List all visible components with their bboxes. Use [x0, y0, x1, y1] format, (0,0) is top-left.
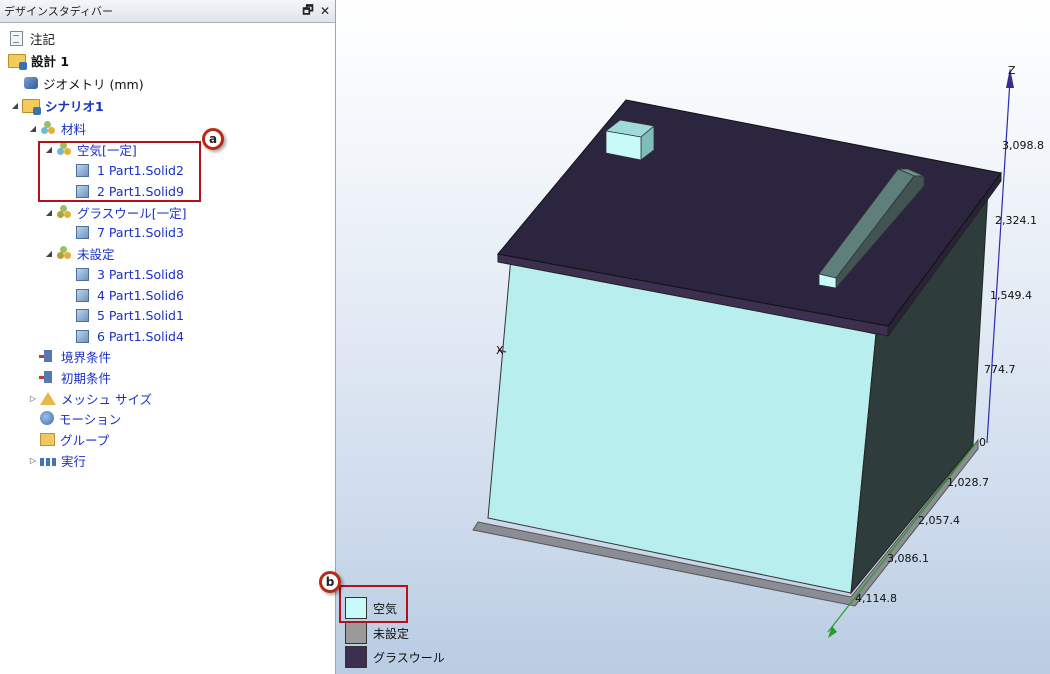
tree-item-label: 設計 1 — [31, 53, 70, 69]
z-tick-label: 0 — [979, 436, 986, 449]
design-folder-icon — [8, 54, 27, 70]
tree-item-part[interactable]: 3 Part1.Solid8 — [74, 264, 184, 284]
tree-item-part[interactable]: 6 Part1.Solid4 — [74, 326, 184, 346]
tree-item-run[interactable]: ▷ 実行 — [28, 450, 86, 470]
y-tick-label: 1,028.7 — [947, 476, 989, 489]
float-panel-button[interactable]: 🗗 — [301, 3, 315, 18]
y-tick-label: 3,086.1 — [887, 552, 929, 565]
tree-item-design[interactable]: 設計 1 — [8, 50, 69, 70]
3d-viewport[interactable]: Z X 3,098.8 2,324.1 1,549.4 774.7 0 1,02… — [319, 0, 1050, 674]
geometry-icon — [24, 77, 38, 89]
scenario-icon — [22, 99, 41, 115]
solid-icon — [76, 329, 89, 343]
legend-swatch — [345, 622, 367, 644]
tree-item-mesh-size[interactable]: ▷ メッシュ サイズ — [28, 388, 152, 408]
tree-item-label: 6 Part1.Solid4 — [97, 328, 184, 344]
tree-item-label: 材料 — [61, 121, 87, 137]
tree-item-scenario[interactable]: ◢ シナリオ1 — [10, 95, 104, 115]
solid-icon — [76, 267, 89, 281]
x-axis-label: X — [496, 344, 504, 357]
tree-item-label: 実行 — [61, 453, 87, 469]
legend-swatch — [345, 646, 367, 668]
z-tick-label: 2,324.1 — [995, 214, 1037, 227]
expand-arrow-icon[interactable]: ▷ — [28, 456, 38, 465]
tree-item-part[interactable]: 4 Part1.Solid6 — [74, 285, 184, 305]
tree-item-label: 4 Part1.Solid6 — [97, 287, 184, 303]
collapse-arrow-icon[interactable]: ◢ — [28, 124, 38, 133]
collapse-arrow-icon[interactable]: ◢ — [44, 249, 54, 258]
solid-icon — [76, 288, 89, 302]
callout-marker-b: b — [319, 571, 341, 593]
callout-box-a — [38, 141, 201, 202]
tree-item-label: メッシュ サイズ — [61, 391, 153, 407]
tree-item-initial-conditions[interactable]: 初期条件 — [39, 367, 112, 387]
z-tick-label: 774.7 — [984, 363, 1016, 376]
boundary-conditions-icon — [39, 350, 52, 362]
initial-conditions-icon — [39, 371, 52, 383]
tree-item-part[interactable]: 7 Part1.Solid3 — [74, 222, 184, 242]
y-tick-label: 2,057.4 — [918, 514, 960, 527]
collapse-arrow-icon[interactable]: ◢ — [10, 101, 20, 110]
tree-item-label: シナリオ1 — [45, 98, 104, 114]
z-axis-label: Z — [1008, 64, 1016, 77]
tree-item-motion[interactable]: モーション — [40, 408, 121, 428]
materials-icon — [40, 120, 56, 136]
motion-icon — [40, 411, 54, 425]
tree-item-label: グループ — [60, 432, 110, 448]
tree-item-label: 境界条件 — [61, 349, 112, 365]
tree-item-label: 7 Part1.Solid3 — [97, 224, 184, 240]
tree-item-materials[interactable]: ◢ 材料 — [28, 118, 86, 138]
solid-icon — [76, 225, 89, 239]
legend-item-unset: 未設定 — [345, 622, 409, 644]
tree-item-label: グラスウール[一定] — [77, 205, 187, 221]
expand-arrow-icon[interactable]: ▷ — [28, 394, 38, 403]
tree-item-boundary-conditions[interactable]: 境界条件 — [39, 346, 112, 366]
tree-item-label: 3 Part1.Solid8 — [97, 266, 184, 282]
panel-title: デザインスタディバー — [4, 5, 114, 18]
tree-item-label: 初期条件 — [61, 370, 112, 386]
material-icon — [56, 204, 72, 220]
z-tick-label: 1,549.4 — [990, 289, 1032, 302]
run-icon — [40, 458, 56, 466]
tree-item-label: 未設定 — [77, 246, 115, 262]
note-icon — [10, 30, 23, 46]
legend-label: 未設定 — [373, 626, 410, 641]
model-render[interactable] — [336, 0, 1050, 674]
mesh-icon — [40, 391, 56, 405]
tree-item-label: モーション — [59, 411, 122, 427]
z-tick-label: 3,098.8 — [1002, 139, 1044, 152]
group-icon — [40, 432, 55, 446]
tree-item-label: 5 Part1.Solid1 — [97, 307, 184, 323]
callout-box-b — [339, 585, 408, 623]
tree-item-note[interactable]: 注記 — [8, 28, 55, 48]
material-icon — [56, 245, 72, 261]
legend-item-glasswool: グラスウール — [345, 646, 445, 668]
solid-icon — [76, 308, 89, 322]
tree-item-label: ジオメトリ (mm) — [43, 76, 144, 92]
design-study-bar: デザインスタディバー 🗗 ✕ 注記 設計 1 ジオメトリ (mm) ◢ シナリオ… — [0, 0, 336, 674]
collapse-arrow-icon[interactable]: ◢ — [44, 208, 54, 217]
tree-item-part[interactable]: 5 Part1.Solid1 — [74, 305, 184, 325]
panel-titlebar: デザインスタディバー 🗗 ✕ — [0, 0, 335, 23]
tree-item-geometry[interactable]: ジオメトリ (mm) — [24, 73, 144, 93]
tree-item-glasswool[interactable]: ◢ グラスウール[一定] — [44, 202, 187, 222]
tree-item-label: 注記 — [30, 31, 56, 47]
y-tick-label: 4,114.8 — [855, 592, 897, 605]
tree-item-group[interactable]: グループ — [40, 429, 109, 449]
close-panel-button[interactable]: ✕ — [318, 4, 332, 18]
tree-item-unset[interactable]: ◢ 未設定 — [44, 243, 115, 263]
callout-marker-a: a — [202, 128, 224, 150]
legend-label: グラスウール — [373, 650, 445, 665]
